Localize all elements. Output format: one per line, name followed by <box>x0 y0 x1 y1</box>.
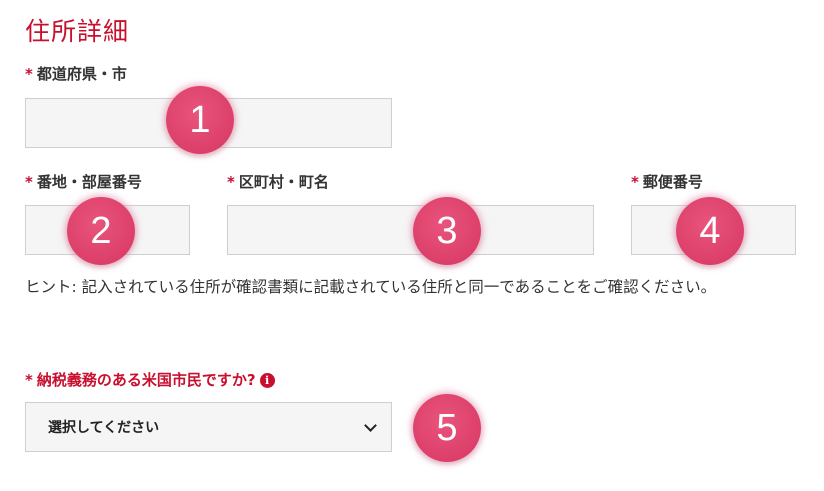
annotation-badge-2: 2 <box>67 197 135 265</box>
annotation-badge-4: 4 <box>676 197 744 265</box>
required-asterisk: * <box>227 173 235 191</box>
section-title: 住所詳細 <box>25 17 130 46</box>
postal-code-label: * 郵便番号 <box>631 171 703 192</box>
required-asterisk: * <box>631 173 639 191</box>
annotation-badge-1: 1 <box>166 86 234 154</box>
prefecture-city-label: * 都道府県・市 <box>25 63 127 84</box>
tax-question-label: * 納税義務のある米国市民ですか? i <box>25 369 275 390</box>
ward-town-label-text: 区町村・町名 <box>238 173 329 191</box>
tax-status-selected-value: 選択してください <box>48 420 160 436</box>
address-hint: ヒント: 記入されている住所が確認書類に記載されている住所と同一であることをご確… <box>25 278 717 296</box>
required-asterisk: * <box>25 371 33 389</box>
required-asterisk: * <box>25 65 33 83</box>
prefecture-city-label-text: 都道府県・市 <box>36 65 127 83</box>
annotation-badge-5: 5 <box>413 394 481 462</box>
street-room-label: * 番地・部屋番号 <box>25 171 142 192</box>
chevron-down-icon <box>364 418 377 432</box>
annotation-badge-3: 3 <box>413 197 481 265</box>
ward-town-label: * 区町村・町名 <box>227 171 329 192</box>
info-icon[interactable]: i <box>259 373 275 388</box>
required-asterisk: * <box>25 173 33 191</box>
postal-code-label-text: 郵便番号 <box>642 173 703 191</box>
street-room-label-text: 番地・部屋番号 <box>36 173 142 191</box>
ward-town-input[interactable] <box>227 205 594 255</box>
tax-question-label-text: 納税義務のある米国市民ですか? <box>36 371 256 389</box>
tax-status-select[interactable]: 選択してください <box>25 402 392 452</box>
